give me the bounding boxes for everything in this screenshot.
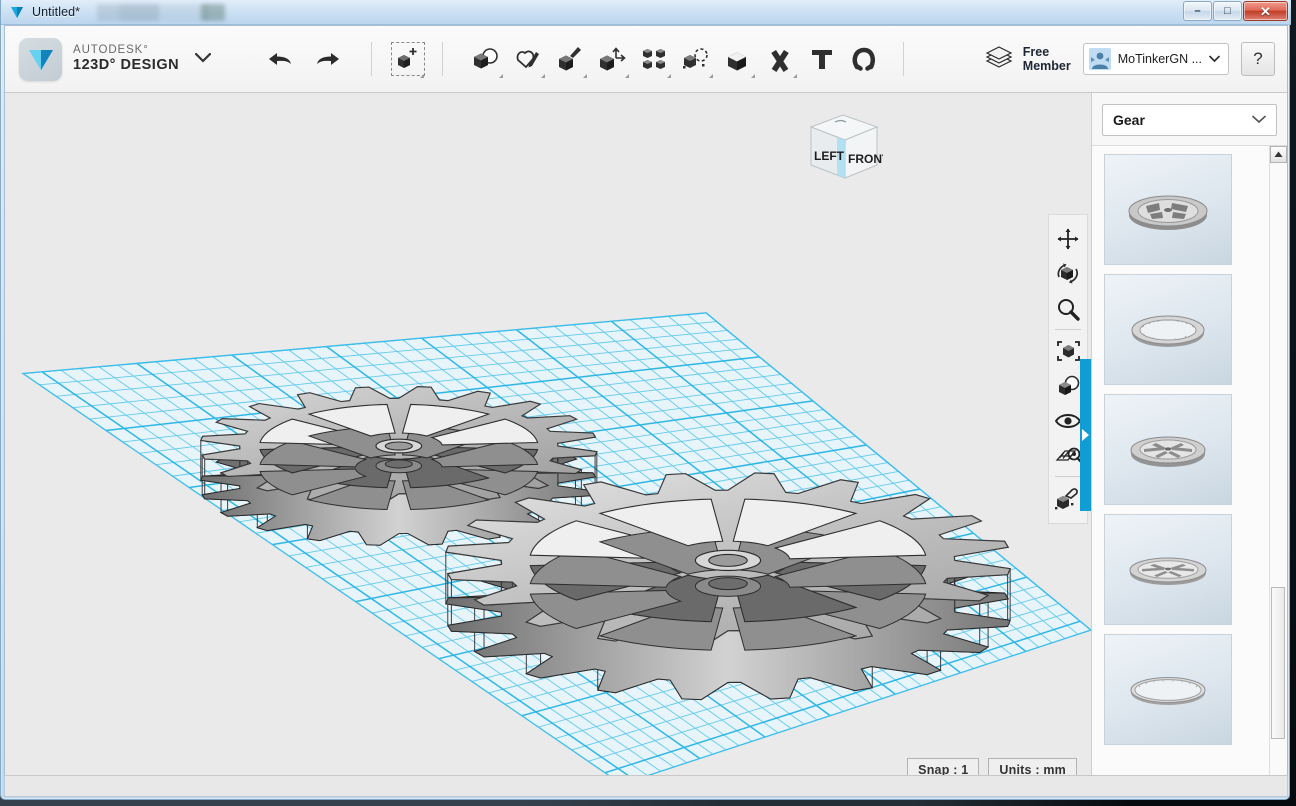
minimize-button[interactable]: – xyxy=(1183,1,1212,21)
kit-selector-value: Gear xyxy=(1113,112,1145,128)
viewcube-front-label: FRONT xyxy=(848,152,883,166)
close-button[interactable]: ✕ xyxy=(1243,1,1288,21)
orbit-tool[interactable] xyxy=(1050,256,1086,291)
modify-tool[interactable] xyxy=(591,36,633,82)
chevron-down-icon[interactable] xyxy=(1209,50,1220,68)
brand-text: AUTODESK° 123D° DESIGN xyxy=(73,44,179,73)
toolbar-separator xyxy=(903,42,905,76)
redo-button[interactable] xyxy=(311,42,345,76)
tool-menu-caret-icon[interactable] xyxy=(709,74,714,78)
view-cube[interactable]: LEFT FRONT xyxy=(797,105,890,189)
brand-line-1: AUTODESK° xyxy=(73,44,149,57)
gear-models[interactable] xyxy=(5,93,1091,795)
primitives-tool[interactable] xyxy=(465,36,507,82)
panel-collapse-handle[interactable] xyxy=(1080,359,1091,511)
tool-menu-caret-icon[interactable] xyxy=(667,74,672,78)
maximize-button[interactable]: □ xyxy=(1213,1,1242,21)
pan-tool[interactable] xyxy=(1050,221,1086,256)
construct-tool[interactable] xyxy=(549,36,591,82)
user-avatar xyxy=(1088,48,1111,70)
status-bar xyxy=(4,775,1288,797)
text-tool[interactable] xyxy=(801,36,843,82)
tool-menu-caret-icon[interactable] xyxy=(541,74,546,78)
transform-tool[interactable] xyxy=(386,36,428,82)
sketch-tool[interactable] xyxy=(507,36,549,82)
gear-small xyxy=(199,386,598,546)
window-controls: – □ ✕ xyxy=(1182,1,1288,21)
brand-line-2: 123D° DESIGN xyxy=(73,57,180,74)
membership-label: Free Member xyxy=(1023,45,1071,74)
window-frame: Untitled* – □ ✕ AUTODESK° 123D° DESIGN F… xyxy=(0,0,1291,800)
undo-redo-group xyxy=(263,42,345,76)
tool-menu-caret-icon[interactable] xyxy=(583,74,588,78)
kit-gallery[interactable] xyxy=(1092,146,1269,796)
membership-line-1: Free xyxy=(1022,44,1050,59)
title-bar: Untitled* – □ ✕ xyxy=(1,0,1291,25)
toolbar-separator xyxy=(442,42,444,76)
scrollbar-thumb[interactable] xyxy=(1271,587,1285,740)
main-toolbar: AUTODESK° 123D° DESIGN Free Member MoTin… xyxy=(5,26,1287,93)
zoom-tool[interactable] xyxy=(1050,291,1086,326)
thumb-thin-ring[interactable] xyxy=(1104,634,1232,745)
nav-divider xyxy=(1055,476,1081,477)
autodesk-123d-logo-icon xyxy=(9,4,25,20)
help-icon: ? xyxy=(1253,49,1263,68)
tool-menu-caret-icon[interactable] xyxy=(793,74,798,78)
background-window-ghost xyxy=(97,4,159,21)
pattern-tool[interactable] xyxy=(633,36,675,82)
undo-button[interactable] xyxy=(263,42,297,76)
thumb-spur-gear[interactable] xyxy=(1104,154,1232,265)
thumb-internal-ring[interactable] xyxy=(1104,274,1232,385)
nav-divider xyxy=(1055,329,1081,330)
measure-tool[interactable] xyxy=(759,36,801,82)
minimize-icon: – xyxy=(1194,4,1201,17)
scrollbar-track[interactable] xyxy=(1270,163,1287,796)
account-menu[interactable]: MoTinkerGN ... xyxy=(1082,43,1229,75)
application-window: Untitled* – □ ✕ AUTODESK° 123D° DESIGN F… xyxy=(0,0,1296,806)
gallery-scrollbar[interactable] xyxy=(1269,146,1287,796)
main-area: LEFT FRONT xyxy=(5,93,1287,796)
account-name: MoTinkerGN ... xyxy=(1117,52,1202,66)
tool-menu-caret-icon[interactable] xyxy=(499,74,504,78)
membership-status[interactable]: Free Member xyxy=(984,43,1071,76)
thumb-spoked-gear[interactable] xyxy=(1104,394,1232,505)
background-window-ghost xyxy=(201,4,225,21)
snap-tool[interactable] xyxy=(843,36,885,82)
grouping-tool[interactable] xyxy=(675,36,717,82)
kit-panel-header: Gear xyxy=(1092,93,1287,145)
combine-tool[interactable] xyxy=(717,36,759,82)
tool-menu-caret-icon[interactable] xyxy=(625,74,630,78)
scroll-up-arrow[interactable] xyxy=(1270,146,1287,163)
toolbar-separator xyxy=(371,42,373,76)
window-title: Untitled* xyxy=(32,5,81,19)
gallery-wrap xyxy=(1092,145,1287,796)
background-window-ghost xyxy=(119,4,209,21)
toolbar-right-cluster: Free Member MoTinkerGN ... ? xyxy=(984,42,1287,76)
tool-menu-caret-icon[interactable] xyxy=(420,74,425,78)
thumb-fine-tooth-gear[interactable] xyxy=(1104,514,1232,625)
app-body: AUTODESK° 123D° DESIGN Free Member MoTin… xyxy=(4,25,1288,797)
3d-viewport[interactable]: LEFT FRONT xyxy=(5,93,1091,796)
brand-block[interactable]: AUTODESK° 123D° DESIGN xyxy=(5,37,212,81)
chevron-right-icon xyxy=(1082,429,1089,441)
tool-menu-caret-icon[interactable] xyxy=(751,74,756,78)
kit-panel: Gear xyxy=(1091,93,1287,796)
help-button[interactable]: ? xyxy=(1241,42,1275,76)
gear-large xyxy=(444,472,1012,701)
maximize-icon: □ xyxy=(1224,4,1231,17)
chevron-down-icon[interactable] xyxy=(1252,111,1266,129)
viewcube-left-label: LEFT xyxy=(814,149,845,163)
close-icon: ✕ xyxy=(1260,3,1271,19)
app-logo-icon xyxy=(19,37,62,81)
membership-line-2: Member xyxy=(1022,59,1071,73)
layers-stack-icon xyxy=(984,43,1014,76)
chevron-down-icon[interactable] xyxy=(194,50,212,68)
kit-selector[interactable]: Gear xyxy=(1102,104,1277,136)
